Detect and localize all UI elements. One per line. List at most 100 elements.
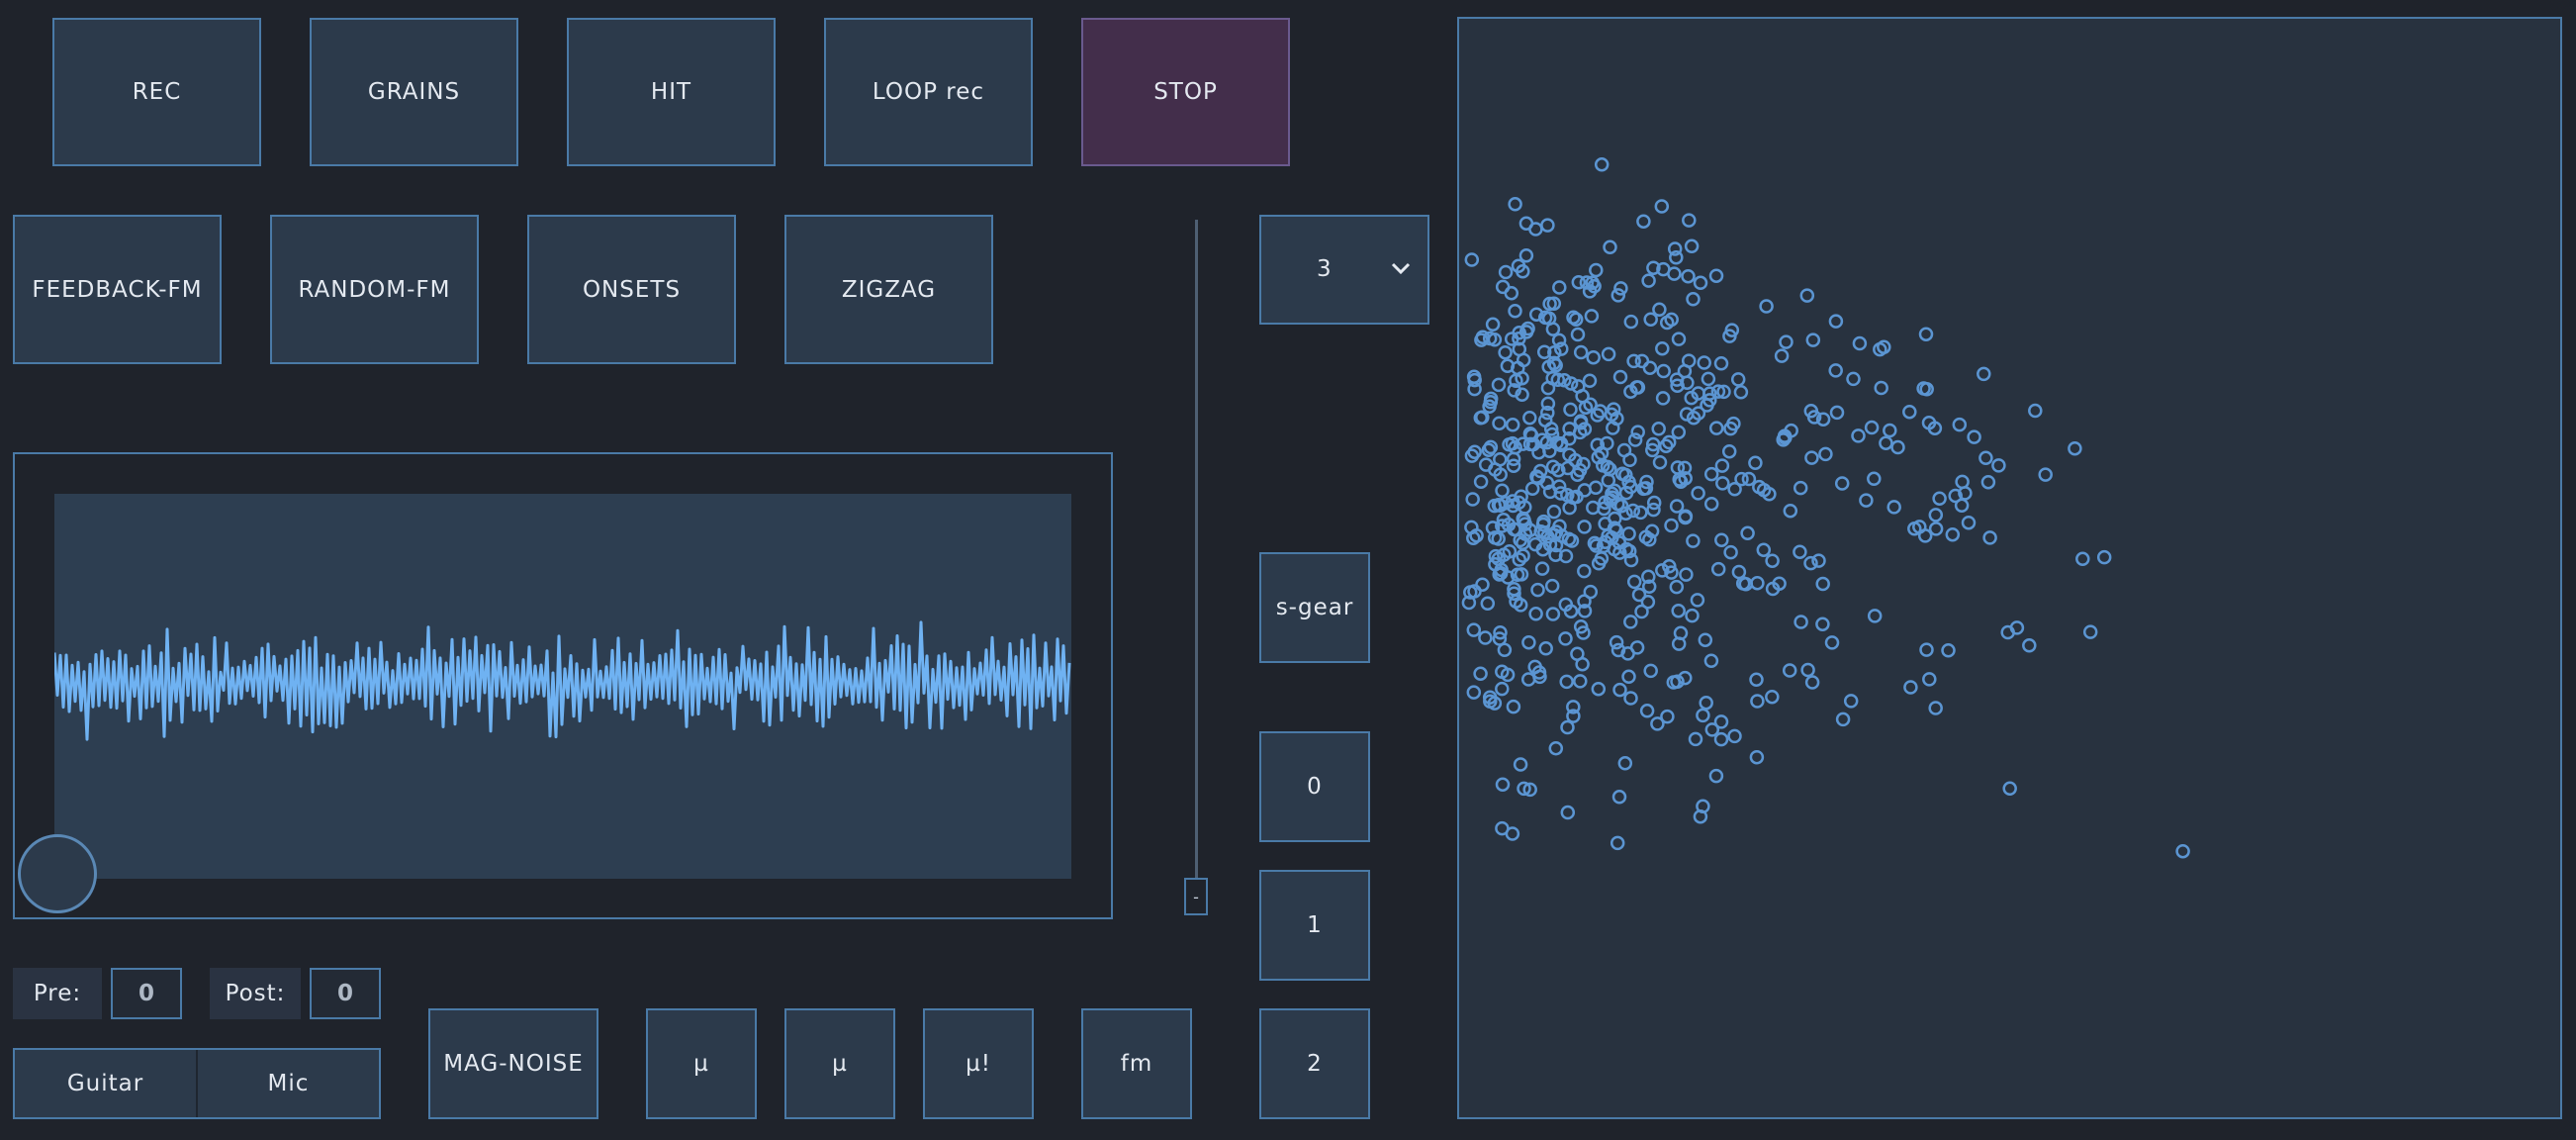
scatter-point [1721,443,1737,459]
scatter-point [1464,252,1480,267]
vertical-slider-track[interactable] [1195,220,1198,878]
grains-button[interactable]: GRAINS [310,18,518,166]
scatter-point [1594,157,1610,172]
scatter-point [1701,371,1716,387]
scatter-point [1864,420,1880,435]
scatter-point [1733,385,1749,400]
scatter-point [1697,355,1711,370]
loop-rec-button[interactable]: LOOP rec [824,18,1033,166]
scatter-point [1642,360,1658,375]
scatter-point [1498,264,1514,280]
scatter-point [1623,314,1639,330]
scatter-point [1883,423,1897,438]
vertical-slider-handle[interactable]: - [1184,878,1208,915]
scatter-point [1524,481,1540,497]
mu-button-2[interactable]: µ [784,1008,895,1119]
scatter-point [1495,820,1510,836]
scatter-point [1750,575,1765,591]
scatter-point [1610,835,1625,851]
scatter-point [1626,353,1641,369]
s-gear-button[interactable]: s-gear [1259,552,1370,663]
scatter-point [1623,691,1638,706]
scatter-point [1765,689,1780,705]
scatter-point [1664,518,1679,533]
random-fm-button[interactable]: RANDOM-FM [270,215,479,364]
scatter-point [1945,526,1961,542]
scatter-point [1749,672,1764,688]
feedback-fm-button[interactable]: FEEDBACK-FM [13,215,222,364]
scatter-point [1656,363,1671,379]
scatter-point [1623,615,1638,629]
grain-scatter-plot[interactable] [1457,17,2562,1119]
scatter-point [1611,790,1627,805]
scatter-point [1540,218,1555,233]
stop-button[interactable]: STOP [1081,18,1290,166]
button-0[interactable]: 0 [1259,731,1370,842]
guitar-option[interactable]: Guitar [15,1050,196,1117]
scatter-point [1961,515,1977,530]
scatter-point [1548,740,1564,756]
scatter-point [1977,366,1991,382]
scatter-point [1508,304,1522,319]
dropdown-value: 3 [1317,256,1332,282]
scatter-point [1843,694,1859,709]
mu-button-1[interactable]: µ [646,1008,757,1119]
button-2[interactable]: 2 [1259,1008,1370,1119]
scatter-point [1793,544,1807,559]
hit-button[interactable]: HIT [567,18,776,166]
scatter-point [1919,642,1934,657]
scatter-point [1609,634,1624,650]
scatter-point [1488,548,1504,564]
preset-dropdown[interactable]: 3 [1259,215,1429,325]
scatter-point [1685,608,1700,623]
scatter-point [1710,561,1726,577]
scatter-point [1703,466,1719,482]
scatter-point [1495,483,1510,499]
playhead-knob[interactable] [18,834,97,913]
pre-value[interactable]: 0 [111,968,182,1019]
scatter-point [1651,422,1666,436]
rec-button[interactable]: REC [52,18,261,166]
mu-bang-button[interactable]: µ! [923,1008,1034,1119]
post-value[interactable]: 0 [310,968,381,1019]
scatter-point [1583,584,1599,600]
scatter-point [1682,213,1697,228]
scatter-point [1691,486,1705,501]
scatter-point [1715,476,1730,491]
mag-noise-button[interactable]: MAG-NOISE [428,1008,598,1119]
scatter-point [1867,609,1883,623]
scatter-point [1528,222,1543,237]
waveform [54,620,1071,741]
scatter-point [1811,553,1826,568]
onsets-button[interactable]: ONSETS [527,215,736,364]
scatter-point [1740,525,1755,541]
scatter-point [1582,373,1598,389]
scatter-point [1591,681,1607,697]
fm-button[interactable]: fm [1081,1008,1192,1119]
scatter-point [1928,701,1943,715]
scatter-point [1546,504,1562,520]
scatter-point [1731,564,1747,580]
scatter-point [1621,526,1636,541]
scatter-point [1506,699,1521,714]
scatter-point [1480,596,1496,612]
scatter-point [1714,458,1730,473]
scatter-point [2038,467,2053,482]
scatter-point [1641,273,1656,288]
scatter-point [1570,646,1585,662]
scatter-point [1698,632,1713,647]
scatter-point [1804,675,1820,690]
scatter-point [1491,377,1507,393]
scatter-point [1828,363,1843,378]
zigzag-button[interactable]: ZIGZAG [784,215,993,364]
scatter-point [2002,781,2017,797]
button-1[interactable]: 1 [1259,870,1370,981]
scatter-point [1815,617,1830,631]
scatter-point [1846,371,1861,387]
scatter-point [1793,480,1808,496]
mic-option[interactable]: Mic [196,1050,379,1117]
scatter-point [1495,279,1511,295]
scatter-point [1669,499,1685,514]
scatter-point [1800,662,1815,678]
scatter-point [1473,474,1489,490]
